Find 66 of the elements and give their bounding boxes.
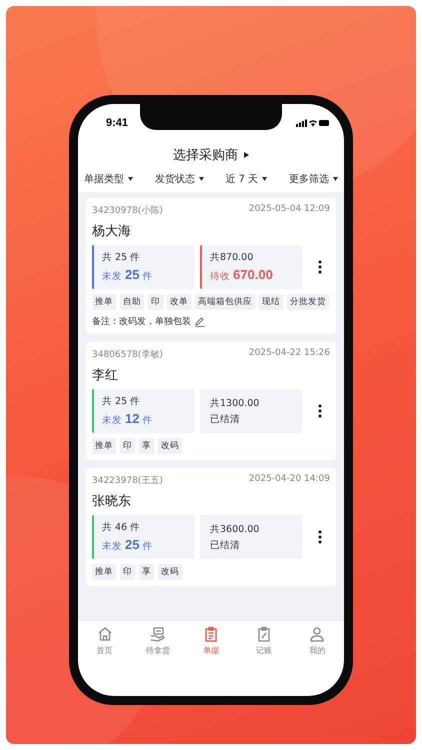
order-card[interactable]: 34806578(李敏) 2025-04-22 15:26 李红 共 25 件 未发 12 件 共1300.00 已结清 推单 印 享 改码 [86, 342, 336, 460]
total-amount: 共3600.00 [210, 522, 260, 536]
order-tag: 推单 [92, 294, 116, 310]
settled-status: 已结清 [210, 538, 241, 552]
tab-item[interactable]: 单据 [190, 626, 231, 656]
hand-box-icon [150, 626, 166, 642]
order-tag: 改码 [158, 564, 182, 580]
unsent-quantity: 未发 12 件 [102, 411, 154, 427]
filter-dropdown[interactable]: 更多筛选 [288, 172, 338, 186]
customer-name: 李红 [92, 367, 119, 384]
order-tag: 现结 [259, 294, 283, 310]
filter-dropdown[interactable]: 单据类型 [84, 172, 133, 186]
person-icon [309, 626, 326, 642]
tab-item[interactable]: 记账 [244, 626, 284, 656]
order-number: 34230978(小陈) [92, 204, 163, 217]
customer-name: 杨大海 [92, 223, 132, 240]
amount-due: 待收 670.00 [210, 267, 274, 283]
order-tag: 改单 [167, 294, 191, 310]
edit-pencil-icon[interactable] [195, 316, 205, 326]
caret-down-icon [332, 177, 338, 181]
order-tag: 高端箱包供应 [195, 294, 255, 310]
status-icons-icon [296, 119, 330, 127]
total-amount: 共1300.00 [210, 396, 260, 410]
order-tag: 印 [120, 564, 135, 580]
order-card[interactable]: 34223978(王五) 2025-04-20 14:09 张晓东 共 46 件 未发 25 件 共3600.00 已结清 推单 印 享 改码 [86, 468, 336, 586]
order-number: 34806578(李敏) [92, 348, 163, 361]
order-note: 备注：改码发，单独包装 [92, 316, 191, 328]
order-tag: 分批发货 [287, 294, 329, 310]
supplier-selector[interactable]: 选择采购商 [173, 146, 238, 164]
caret-icon [244, 152, 249, 158]
tab-item[interactable]: 首页 [84, 626, 125, 656]
clipboard-pen-icon [256, 626, 272, 642]
total-quantity: 共 25 件 [102, 251, 142, 264]
filter-dropdown[interactable]: 近 7 天 [226, 172, 268, 186]
order-tag: 印 [148, 294, 163, 310]
house-icon [96, 626, 113, 642]
more-options-icon[interactable] [318, 530, 322, 544]
settled-status: 已结清 [210, 412, 241, 426]
unsent-quantity: 未发 25 件 [102, 267, 154, 283]
customer-name: 张晓东 [92, 493, 132, 510]
order-date: 2025-05-04 12:09 [248, 204, 330, 216]
more-options-icon[interactable] [318, 404, 322, 418]
tab-item[interactable]: 待拿货 [138, 626, 178, 656]
order-tag: 享 [139, 564, 154, 580]
order-number: 34223978(王五) [92, 475, 163, 487]
total-amount: 共870.00 [210, 251, 254, 264]
order-tag: 享 [139, 438, 154, 454]
status-time: 9:41 [106, 117, 128, 129]
more-options-icon[interactable] [318, 260, 322, 274]
unsent-quantity: 未发 25 件 [102, 537, 154, 553]
caret-down-icon [198, 177, 204, 181]
total-quantity: 共 25 件 [102, 395, 142, 408]
tab-item[interactable]: 我的 [297, 626, 338, 656]
total-quantity: 共 46 件 [102, 521, 142, 534]
filter-dropdown[interactable]: 发货状态 [154, 172, 204, 186]
order-tag: 印 [120, 438, 135, 454]
order-date: 2025-04-20 14:09 [248, 474, 330, 486]
caret-down-icon [128, 177, 133, 181]
caret-down-icon [262, 177, 268, 181]
order-tag: 推单 [92, 438, 116, 454]
order-date: 2025-04-22 15:26 [248, 348, 330, 360]
order-tag: 改码 [158, 438, 182, 454]
clipboard-list-icon [202, 626, 219, 642]
order-tag: 自助 [120, 294, 144, 310]
order-tag: 推单 [92, 564, 116, 580]
order-card[interactable]: 34230978(小陈) 2025-05-04 12:09 杨大海 共 25 件 未发 25 件 共870.00 待收 670.00 推单 自助 印 改单 高端箱包供应 现结 分批发货 备注：改码发，单独包装 [86, 198, 336, 334]
